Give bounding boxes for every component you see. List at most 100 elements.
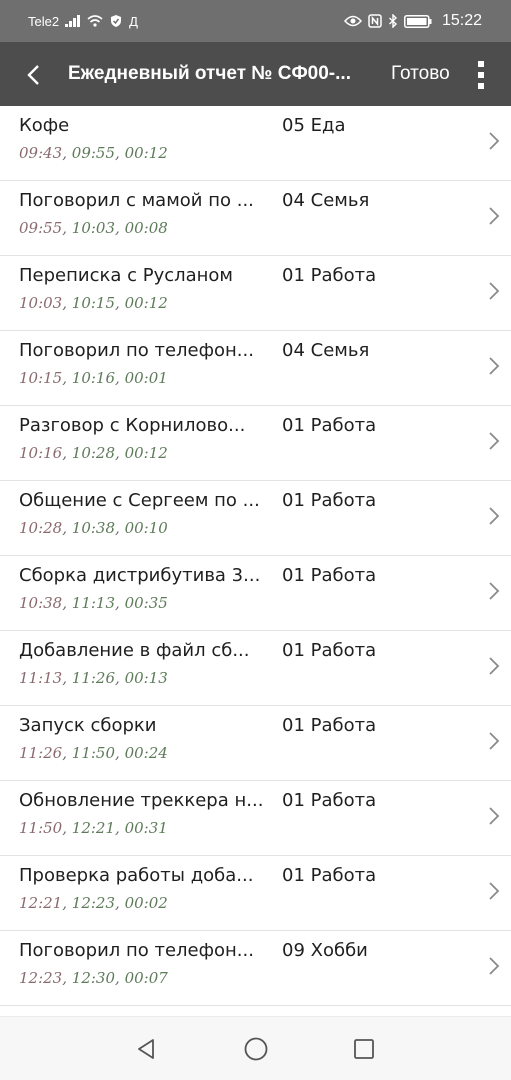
duration: 00:24 [124,744,168,762]
chevron-right-icon [489,507,500,525]
end-time: 10:03 [71,219,116,237]
chevron-right-icon [489,432,500,450]
nfc-icon [368,14,382,28]
activity-times: 12:23, 12:30, 00:07 [19,969,168,987]
start-time: 09:55 [19,219,63,237]
nav-recents-button[interactable] [350,1035,378,1063]
app-bar: Ежедневный отчет № СФ00-... Готово [0,42,511,106]
back-button[interactable] [16,58,50,92]
activity-name: Переписка с Русланом [19,265,234,286]
system-nav-bar [0,1016,511,1080]
start-time: 10:15 [19,369,63,387]
eye-icon [343,15,362,27]
list-item[interactable]: Кофе 05 Еда 09:43, 09:55, 00:12 [0,106,511,181]
list-item[interactable]: Общение с Сергеем по ... 01 Работа 10:28, … [0,481,511,556]
duration: 00:07 [124,969,168,987]
nav-home-button[interactable] [242,1035,270,1063]
start-time: 12:21 [19,894,63,912]
activity-category: 05 Еда [282,115,346,136]
activity-times: 10:15, 10:16, 00:01 [19,369,168,387]
end-time: 10:15 [71,294,116,312]
list-item[interactable]: Обновление треккера н... 01 Работа 11:50, … [0,781,511,856]
square-recents-icon [354,1039,374,1059]
activity-category: 01 Работа [282,490,377,511]
start-time: 10:03 [19,294,63,312]
start-time: 10:28 [19,519,63,537]
activity-name: Обновление треккера н... [19,790,264,811]
duration: 00:35 [124,594,168,612]
activity-category: 01 Работа [282,865,377,886]
chevron-right-icon [489,882,500,900]
chevron-right-icon [489,807,500,825]
list-item[interactable]: Поговорил по телефон... 09 Хобби 12:23, 12… [0,931,511,1006]
list-item[interactable]: Переписка с Русланом 01 Работа 10:03, 10:1… [0,256,511,331]
status-bar: Tele2 Д 15:22 [0,0,511,42]
end-time: 11:13 [71,594,116,612]
status-extra-label: Д [129,13,138,29]
duration: 00:01 [124,369,168,387]
activity-times: 12:21, 12:23, 00:02 [19,894,168,912]
end-time: 09:55 [71,144,116,162]
clock: 15:22 [441,12,482,29]
end-time: 12:23 [71,894,116,912]
nav-back-button[interactable] [132,1035,160,1063]
activity-category: 01 Работа [282,565,377,586]
activity-category: 01 Работа [282,265,377,286]
chevron-right-icon [489,957,500,975]
start-time: 12:23 [19,969,63,987]
activity-category: 09 Хобби [282,940,368,961]
duration: 00:12 [124,294,168,312]
activity-times: 10:03, 10:15, 00:12 [19,294,168,312]
triangle-back-icon [138,1039,154,1059]
activity-category: 01 Работа [282,640,377,661]
activity-times: 09:43, 09:55, 00:12 [19,144,168,162]
shield-check-icon [109,14,123,28]
chevron-right-icon [489,657,500,675]
list-item[interactable]: Разговор с Корнилово... 01 Работа 10:16, 1… [0,406,511,481]
activity-times: 11:13, 11:26, 00:13 [19,669,168,687]
more-menu-button[interactable] [470,58,492,92]
end-time: 11:26 [71,669,116,687]
list-item[interactable]: Сборка дистрибутива 3... 01 Работа 10:38, … [0,556,511,631]
duration: 00:13 [124,669,168,687]
wifi-icon [87,15,103,27]
circle-home-icon [244,1037,268,1061]
chevron-right-icon [489,357,500,375]
list-item[interactable]: Добавление в файл сб... 01 Работа 11:13, 1… [0,631,511,706]
status-bar-left: Tele2 Д [28,0,138,42]
status-bar-right: 15:22 [343,0,482,42]
list-item[interactable]: Проверка работы доба... 01 Работа 12:21, 1… [0,856,511,931]
duration: 00:10 [124,519,168,537]
list-item[interactable]: Поговорил по телефон... 04 Семья 10:15, 10… [0,331,511,406]
activity-name: Сборка дистрибутива 3... [19,565,261,586]
duration: 00:08 [124,219,168,237]
start-time: 10:16 [19,444,63,462]
activity-name: Проверка работы доба... [19,865,254,886]
activity-name: Разговор с Корнилово... [19,415,246,436]
chevron-right-icon [489,207,500,225]
activity-list: Кофе 05 Еда 09:43, 09:55, 00:12 Поговорил с… [0,106,511,1016]
chevron-left-icon [27,65,39,85]
battery-icon [403,14,432,28]
end-time: 10:38 [71,519,116,537]
bluetooth-icon [388,14,398,28]
activity-times: 10:38, 11:13, 00:35 [19,594,168,612]
duration: 00:12 [124,444,168,462]
activity-category: 01 Работа [282,415,377,436]
list-item[interactable]: Запуск сборки 01 Работа 11:26, 11:50, 00:2… [0,706,511,781]
activity-times: 10:28, 10:38, 00:10 [19,519,168,537]
end-time: 11:50 [71,744,116,762]
start-time: 11:26 [19,744,63,762]
activity-times: 10:16, 10:28, 00:12 [19,444,168,462]
start-time: 11:50 [19,819,63,837]
end-time: 10:28 [71,444,116,462]
list-item[interactable]: Поговорил с мамой по ... 04 Семья 09:55, 1… [0,181,511,256]
duration: 00:31 [124,819,168,837]
signal-icon [65,15,81,27]
start-time: 11:13 [19,669,63,687]
end-time: 10:16 [71,369,116,387]
activity-name: Общение с Сергеем по ... [19,490,260,511]
chevron-right-icon [489,732,500,750]
chevron-right-icon [489,132,500,150]
done-button[interactable]: Готово [391,42,450,106]
